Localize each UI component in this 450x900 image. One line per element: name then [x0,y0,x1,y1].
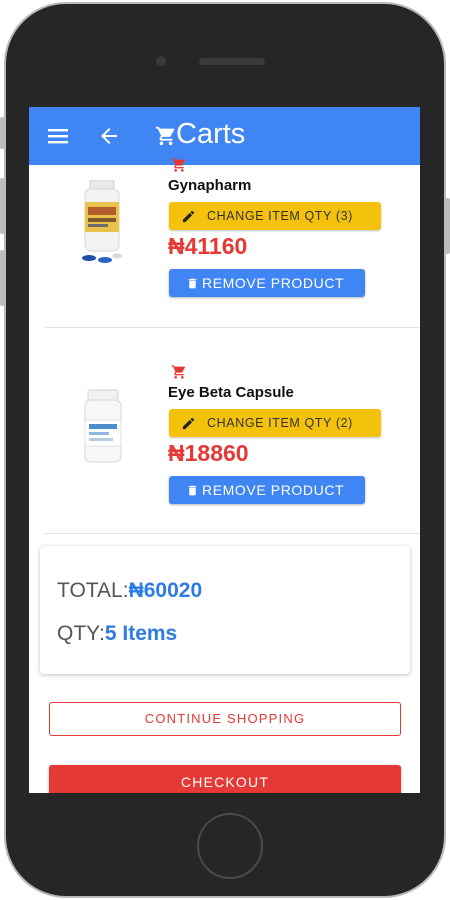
app-screen: Carts Gynapharm CHANGE ITEM QTY (3) ₦411… [29,107,420,793]
remove-button-label: REMOVE PRODUCT [202,275,345,291]
qty-button-label: CHANGE ITEM QTY (2) [207,416,353,430]
mute-switch [0,117,5,149]
qty-row: QTY:5 Items [57,622,177,646]
trash-icon [188,278,197,289]
qty-value: 5 Items [104,622,178,645]
power-button [445,198,450,254]
cart-item: Gynapharm CHANGE ITEM QTY (3) ₦41160 REM… [45,107,420,327]
trash-icon [188,485,197,496]
remove-product-button[interactable]: REMOVE PRODUCT [169,476,365,504]
total-value: ₦60020 [128,579,203,602]
checkout-button[interactable]: CHECKOUT [49,765,401,793]
product-price: ₦41160 [168,233,248,259]
pencil-icon [182,210,195,223]
product-image-gynapharm [82,180,122,263]
remove-button-label: REMOVE PRODUCT [202,482,345,498]
item-divider [45,533,420,534]
qty-button-label: CHANGE ITEM QTY (3) [207,209,353,223]
change-item-qty-button[interactable]: CHANGE ITEM QTY (3) [169,202,381,230]
qty-label: QTY: [57,622,105,645]
order-summary-card: TOTAL:₦60020 QTY:5 Items [40,546,410,674]
cart-icon [171,365,185,379]
change-item-qty-button[interactable]: CHANGE ITEM QTY (2) [169,409,381,437]
total-row: TOTAL:₦60020 [57,579,202,603]
earpiece-speaker [199,58,265,65]
product-name: Eye Beta Capsule [168,384,294,401]
product-price: ₦18860 [168,440,249,466]
continue-shopping-button[interactable]: CONTINUE SHOPPING [49,702,401,736]
cart-item: Eye Beta Capsule CHANGE ITEM QTY (2) ₦18… [45,328,420,533]
total-label: TOTAL: [57,579,129,602]
volume-up-button [0,178,5,234]
remove-product-button[interactable]: REMOVE PRODUCT [169,269,365,297]
cart-icon [171,158,185,172]
product-name: Gynapharm [168,177,252,194]
home-button[interactable] [197,813,263,879]
product-image-eye-beta-capsule [84,389,122,463]
front-camera [156,56,166,66]
volume-down-button [0,250,5,306]
pencil-icon [182,417,195,430]
